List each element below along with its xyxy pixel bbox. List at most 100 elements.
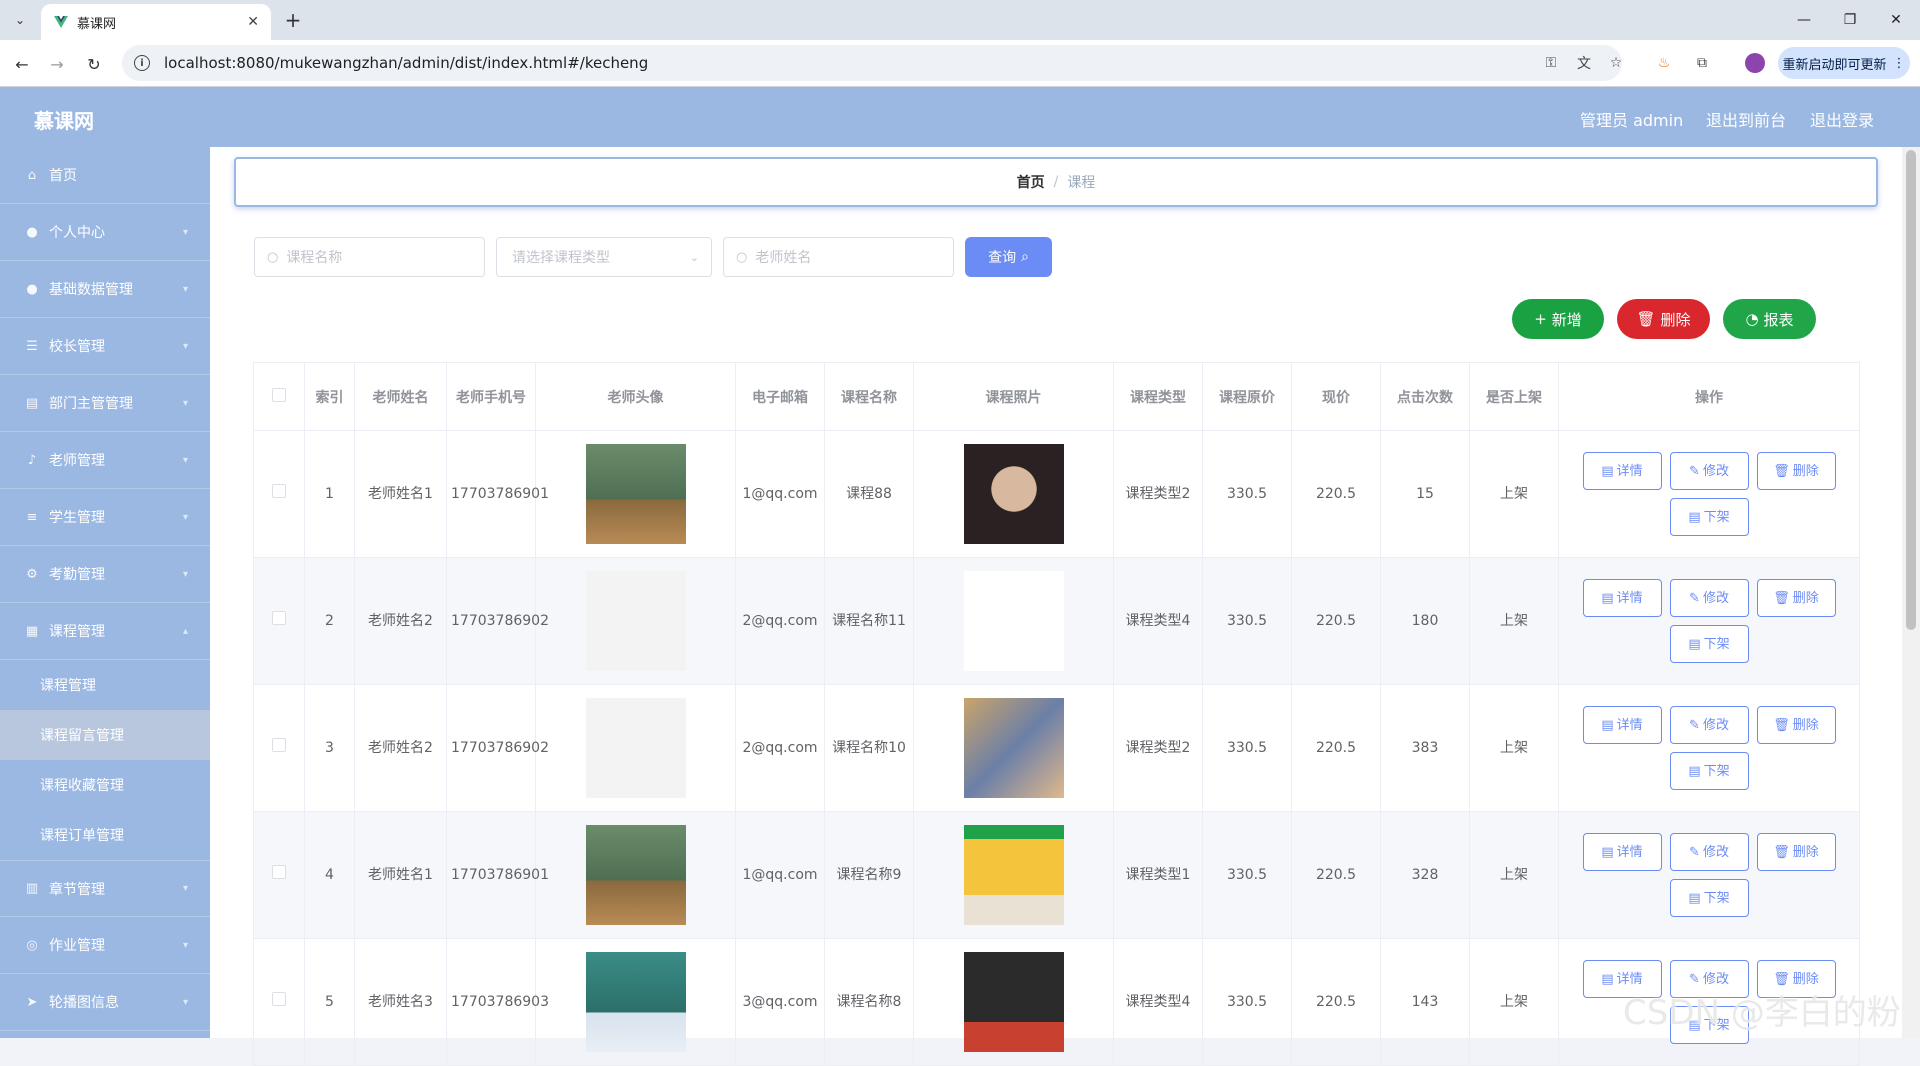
breadcrumb: 首页 / 课程 [234,157,1878,207]
select-all-checkbox[interactable] [272,387,286,402]
extension-icon[interactable]: ♨ [1654,53,1674,73]
off-shelf-button[interactable]: ▤ 下架 [1669,752,1749,790]
update-button[interactable]: 重新启动即可更新 ⋮ [1778,47,1910,79]
teacher-avatar-cell [535,557,736,685]
off-shelf-button[interactable]: ▤ 下架 [1669,498,1749,536]
new-tab-icon[interactable]: + [281,8,305,32]
back-icon[interactable]: ← [10,52,34,76]
row-checkbox[interactable] [272,610,286,625]
sidebar-item-homework[interactable]: ◎ 作业管理 ▾ [0,917,210,974]
sidebar-item-dept-head[interactable]: ▤ 部门主管管理 ▾ [0,375,210,432]
delete-button[interactable]: 🗑 删除 [1756,706,1836,744]
teacher-name-cell: 老师姓名2 [354,557,447,685]
chevron-down-icon: ▾ [182,511,188,523]
query-button[interactable]: 查询 ⌕ [965,237,1052,277]
sidebar-item-principal[interactable]: ☰ 校长管理 ▾ [0,318,210,375]
sidebar-item-label: 章节管理 [49,881,105,898]
translate-icon[interactable]: 文 [1575,54,1593,72]
sidebar-item-teacher[interactable]: ♪ 老师管理 ▾ [0,432,210,489]
off-shelf-button[interactable]: ▤ 下架 [1669,625,1749,663]
detail-button[interactable]: ▤ 详情 [1582,452,1662,490]
browser-tab[interactable]: 慕课网 ✕ [41,4,271,40]
teacher-avatar-image[interactable] [585,571,686,671]
browser-chrome: ⌄ 慕课网 ✕ + — ❐ ✕ ← → ↻ i localhost:8080/m… [0,0,1920,87]
delete-button[interactable]: 🗑 删除 [1756,833,1836,871]
sidebar-item-personal[interactable]: ● 个人中心 ▾ [0,204,210,261]
teacher-name-input[interactable]: ○ 老师姓名 [723,237,954,277]
site-logo[interactable]: 慕课网 [34,105,94,134]
restore-icon[interactable]: ❐ [1830,8,1870,32]
sidebar-item-attendance[interactable]: ⚙ 考勤管理 ▾ [0,546,210,603]
course-photo-image[interactable] [963,698,1064,798]
sidebar-item-course[interactable]: ▦ 课程管理 ▴ [0,603,210,660]
batch-delete-button[interactable]: 🗑 删除 [1617,299,1710,339]
course-photo-image[interactable] [963,444,1064,544]
sidebar-sub-course-manage[interactable]: 课程管理 [0,660,210,710]
row-checkbox[interactable] [272,737,286,752]
operations-cell: ▤ 详情 ✎ 修改 🗑 删除 ▤ 下架 [1558,811,1860,939]
report-button[interactable]: ◔ 报表 [1723,299,1816,339]
forward-icon[interactable]: → [45,52,69,76]
detail-button[interactable]: ▤ 详情 [1582,579,1662,617]
minimize-icon[interactable]: — [1784,8,1824,32]
detail-button[interactable]: ▤ 详情 [1582,833,1662,871]
reload-icon[interactable]: ↻ [82,52,106,76]
row-checkbox[interactable] [272,864,286,879]
sidebar-sub-course-favorites[interactable]: 课程收藏管理 [0,760,210,810]
table-row[interactable]: 2 老师姓名2 17703786902 2@qq.com 课程名称11 课程类型4 330.… [253,557,1860,685]
edit-button[interactable]: ✎ 修改 [1669,833,1749,871]
course-name-input[interactable]: ○ 课程名称 [254,237,485,277]
edit-button[interactable]: ✎ 修改 [1669,579,1749,617]
site-info-icon[interactable]: i [134,55,150,71]
delete-button[interactable]: 🗑 删除 [1756,452,1836,490]
operations-cell: ▤ 详情 ✎ 修改 🗑 删除 ▤ 下架 [1558,684,1860,812]
key-icon[interactable]: ⚿ [1542,54,1560,72]
row-checkbox[interactable] [272,991,286,1006]
sidebar-item-basic-data[interactable]: ● 基础数据管理 ▾ [0,261,210,318]
edit-label: 修改 [1702,717,1729,733]
table-row[interactable]: 4 老师姓名1 17703786901 1@qq.com 课程名称9 课程类型1 330.5… [253,811,1860,939]
course-photo-image[interactable] [963,825,1064,925]
table-row[interactable]: 3 老师姓名2 17703786902 2@qq.com 课程名称10 课程类型2 330.… [253,684,1860,812]
scrollbar-thumb[interactable] [1906,150,1916,630]
puzzle-icon[interactable]: ⧉ [1692,53,1712,73]
address-bar[interactable]: i localhost:8080/mukewangzhan/admin/dist… [122,45,1622,81]
course-photo-image[interactable] [963,571,1064,671]
profile-icon[interactable] [1745,53,1765,73]
sidebar-sub-course-comments[interactable]: 课程留言管理 [0,710,210,760]
table-row[interactable]: 5 老师姓名3 17703786903 3@qq.com 课程名称8 课程类型4 330.5… [253,938,1860,1066]
teacher-avatar-image[interactable] [585,952,686,1052]
delete-button[interactable]: 🗑 删除 [1756,579,1836,617]
course-type-cell: 课程类型2 [1113,430,1203,558]
sidebar-item-carousel[interactable]: ➤ 轮播图信息 ▾ [0,974,210,1031]
off-shelf-button[interactable]: ▤ 下架 [1669,879,1749,917]
tab-close-icon[interactable]: ✕ [247,14,259,30]
detail-button[interactable]: ▤ 详情 [1582,706,1662,744]
edit-button[interactable]: ✎ 修改 [1669,706,1749,744]
sidebar-item-label: 老师管理 [49,453,105,469]
delete-label: 删除 [1792,717,1819,733]
teacher-avatar-image[interactable] [585,825,686,925]
logout-link[interactable]: 退出登录 [1810,107,1874,131]
sidebar-item-chapter[interactable]: ▥ 章节管理 ▾ [0,860,210,917]
sidebar-item-home[interactable]: ⌂ 首页 [0,147,210,204]
tab-search-icon[interactable]: ⌄ [8,8,32,32]
course-photo-image[interactable] [963,952,1064,1052]
close-window-icon[interactable]: ✕ [1876,8,1916,32]
course-type-select[interactable]: 请选择课程类型 ⌄ [496,237,712,277]
main-content: 首页 / 课程 ○ 课程名称 请选择课程类型 ⌄ ○ 老师姓名 查询 ⌕ + 新增… [210,147,1902,1066]
edit-button[interactable]: ✎ 修改 [1669,452,1749,490]
back-to-front-link[interactable]: 退出到前台 [1706,107,1786,131]
edit-icon: ✎ [1689,844,1700,860]
sidebar-sub-course-orders[interactable]: 课程订单管理 [0,810,210,860]
add-button[interactable]: + 新增 [1512,299,1604,339]
sidebar-item-student[interactable]: ≡ 学生管理 ▾ [0,489,210,546]
table-row[interactable]: 1 老师姓名1 17703786901 1@qq.com 课程88 课程类型2 330.5 2… [253,430,1860,558]
chevron-down-icon: ▾ [182,568,188,580]
row-checkbox[interactable] [272,483,286,498]
sidebar-item-label: 学生管理 [49,510,105,526]
breadcrumb-home[interactable]: 首页 [1017,172,1045,192]
teacher-avatar-image[interactable] [585,444,686,544]
bookmark-star-icon[interactable]: ☆ [1607,54,1625,72]
teacher-avatar-image[interactable] [585,698,686,798]
